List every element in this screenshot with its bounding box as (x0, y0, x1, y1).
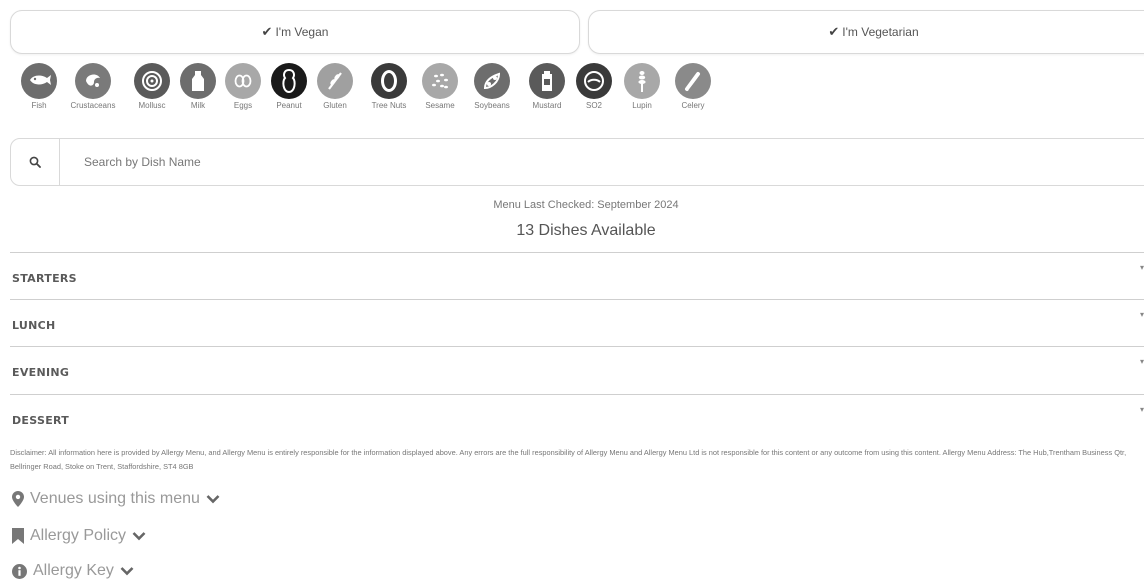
milk-icon (180, 63, 216, 99)
menu-last-checked: Menu Last Checked: September 2024 (493, 199, 679, 211)
check-icon: ✔ (261, 24, 273, 39)
soybeans-icon (474, 63, 510, 99)
allergen-label: Milk (190, 101, 206, 110)
allergen-crustaceans[interactable]: Crustaceans (60, 63, 126, 110)
mustard-icon (529, 63, 565, 99)
allergen-label: SO2 (585, 101, 602, 110)
dishes-available-count: 13 Dishes Available (516, 222, 656, 239)
tree-nuts-icon (371, 63, 407, 99)
crustacean-icon (75, 63, 111, 99)
section-title: Dessert (12, 409, 70, 428)
allergen-label: Soybeans (474, 101, 510, 110)
vegan-filter-label: I'm Vegan (275, 25, 329, 39)
allergy-policy-label: Allergy Policy (30, 527, 127, 544)
chevron-down-icon (120, 566, 134, 576)
venues-label: Venues using this menu (30, 490, 200, 507)
allergen-filter-row: Fish Crustaceans Mollusc Milk Eggs Peanut Glut… (18, 63, 718, 110)
disclaimer-text: Disclaimer: All information here is prov… (10, 448, 1127, 471)
allergen-label: Celery (681, 101, 705, 110)
allergy-policy-expander[interactable]: Allergy Policy (12, 527, 146, 545)
allergen-celery[interactable]: Celery (668, 63, 718, 110)
vegetarian-filter-button[interactable]: ✔ I'm Vegetarian (588, 10, 1144, 54)
allergen-gluten[interactable]: Gluten (310, 63, 360, 110)
chevron-down-icon: ▾ (1139, 357, 1144, 366)
so2-icon (576, 63, 612, 99)
allergen-label: Mollusc (138, 101, 166, 110)
sesame-icon (422, 63, 458, 99)
allergen-fish[interactable]: Fish (18, 63, 60, 110)
allergen-tree-nuts[interactable]: Tree Nuts (360, 63, 418, 110)
peanut-icon (271, 63, 307, 99)
allergy-key-expander[interactable]: Allergy Key (12, 562, 134, 580)
section-starters[interactable]: Starters ▾ (10, 252, 1144, 298)
allergen-label: Sesame (425, 101, 455, 110)
allergen-eggs[interactable]: Eggs (218, 63, 268, 110)
chevron-down-icon: ▾ (1139, 263, 1144, 272)
allergen-label: Eggs (233, 101, 253, 110)
chevron-down-icon: ▾ (1139, 310, 1144, 319)
venues-expander[interactable]: Venues using this menu (12, 490, 220, 508)
map-marker-icon (12, 491, 24, 507)
allergen-label: Tree Nuts (371, 101, 407, 110)
allergen-lupin[interactable]: Lupin (616, 63, 668, 110)
allergen-sesame[interactable]: Sesame (418, 63, 462, 110)
section-title: Lunch (12, 314, 56, 333)
gluten-icon (317, 63, 353, 99)
allergen-label: Fish (31, 101, 47, 110)
dish-search-input[interactable] (82, 154, 686, 170)
allergen-so2[interactable]: SO2 (572, 63, 616, 110)
allergen-mollusc[interactable]: Mollusc (126, 63, 178, 110)
section-title: Starters (12, 267, 77, 286)
chevron-down-icon: ▾ (1139, 405, 1144, 414)
allergen-mustard[interactable]: Mustard (522, 63, 572, 110)
allergen-label: Peanut (276, 101, 302, 110)
allergen-peanut[interactable]: Peanut (268, 63, 310, 110)
eggs-icon (225, 63, 261, 99)
info-icon (12, 563, 27, 579)
search-bar (10, 138, 1144, 186)
check-icon: ✔ (828, 24, 840, 39)
bookmark-icon (12, 528, 24, 544)
fish-icon (21, 63, 57, 99)
section-dessert[interactable]: Dessert ▾ (10, 394, 1144, 440)
allergy-key-label: Allergy Key (33, 562, 114, 579)
allergen-label: Mustard (532, 101, 562, 110)
chevron-down-icon (132, 531, 146, 541)
lupin-icon (624, 63, 660, 99)
search-icon[interactable] (11, 139, 60, 185)
allergen-label: Lupin (632, 101, 652, 110)
mollusc-icon (134, 63, 170, 99)
allergy-menu-page: ✔ I'm Vegan ✔ I'm Vegetarian Fish Crustac… (0, 0, 1144, 583)
celery-icon (675, 63, 711, 99)
allergen-soybeans[interactable]: Soybeans (462, 63, 522, 110)
allergen-label: Gluten (323, 101, 347, 110)
allergen-label: Crustaceans (70, 101, 116, 110)
allergen-milk[interactable]: Milk (178, 63, 218, 110)
chevron-down-icon (206, 494, 220, 504)
section-lunch[interactable]: Lunch ▾ (10, 299, 1144, 345)
section-title: Evening (12, 361, 70, 380)
vegetarian-filter-label: I'm Vegetarian (842, 25, 919, 39)
section-evening[interactable]: Evening ▾ (10, 346, 1144, 392)
vegan-filter-button[interactable]: ✔ I'm Vegan (10, 10, 580, 54)
